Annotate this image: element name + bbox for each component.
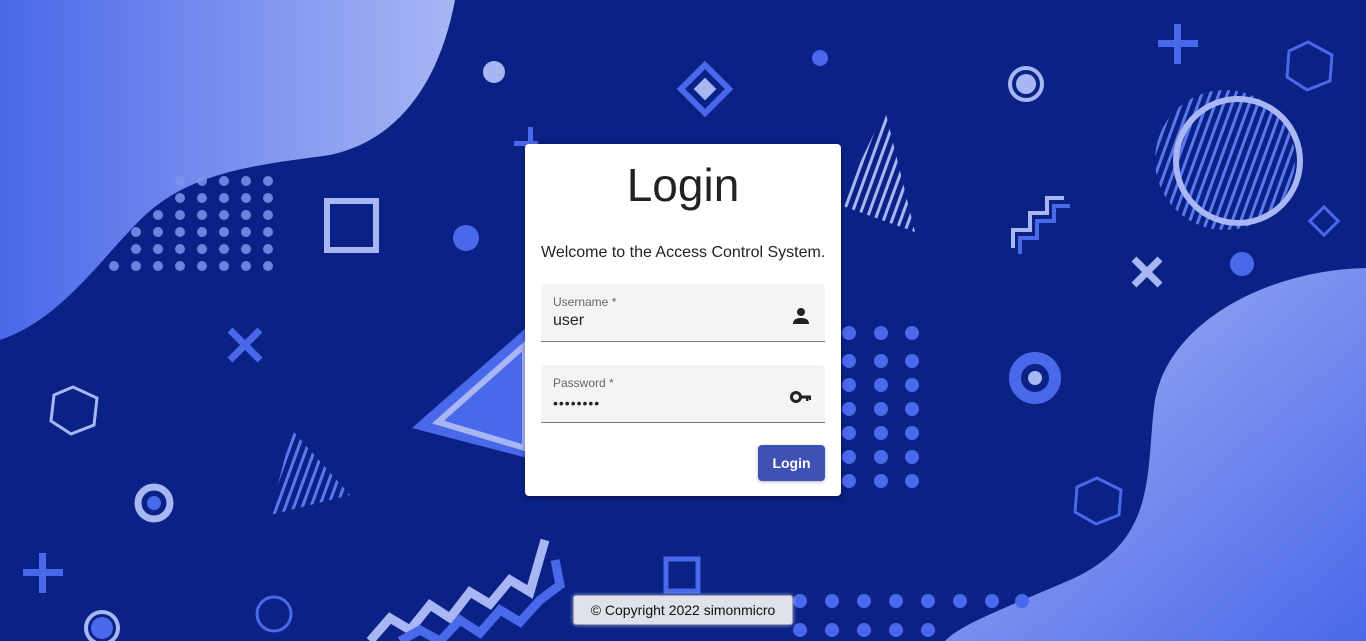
person-icon — [793, 308, 809, 324]
login-button[interactable]: Login — [758, 445, 825, 481]
username-input[interactable] — [553, 312, 773, 330]
blob-bottom-right — [945, 268, 1366, 641]
blob-top-left — [0, 0, 455, 340]
copyright-footer: © Copyright 2022 simonmicro — [573, 595, 793, 625]
username-field[interactable]: Username * — [541, 284, 825, 342]
password-field[interactable]: Password * — [541, 365, 825, 423]
password-label: Password * — [553, 376, 614, 390]
username-label: Username * — [553, 295, 617, 309]
login-title: Login — [626, 159, 740, 211]
login-card: Login Welcome to the Access Control Syst… — [525, 144, 841, 496]
key-icon — [790, 391, 811, 403]
password-input[interactable] — [553, 395, 773, 411]
welcome-text: Welcome to the Access Control System. — [541, 244, 826, 261]
